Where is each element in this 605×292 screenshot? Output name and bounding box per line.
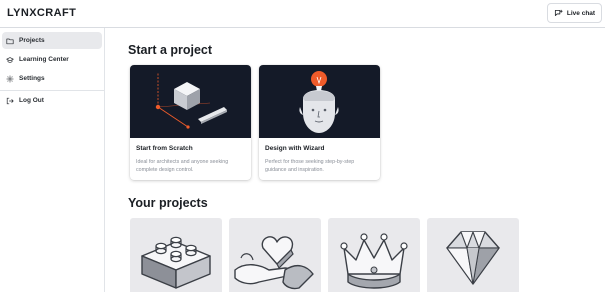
project-lego-brick[interactable] <box>130 218 222 292</box>
card-title: Design with Wizard <box>265 145 325 152</box>
card-description: Ideal for architects and anyone seeking … <box>136 159 229 173</box>
sidebar: Projects Learning Center Settings Log Ou… <box>0 28 105 292</box>
project-diamond[interactable] <box>427 218 519 292</box>
your-projects-heading: Your projects <box>128 196 208 210</box>
card-description: Perfect for those seeking step-by-step g… <box>265 159 355 173</box>
gear-icon <box>6 75 14 82</box>
sidebar-item-label: Projects <box>19 37 45 44</box>
diamond-image <box>446 231 500 285</box>
sidebar-item-log-out[interactable]: Log Out <box>2 92 102 109</box>
app-logo[interactable]: LYNXCRAFT <box>7 7 76 19</box>
hands-heart-image <box>234 236 314 290</box>
graduation-cap-icon <box>6 56 14 63</box>
sidebar-item-learning-center[interactable]: Learning Center <box>2 51 102 68</box>
design-with-wizard-card[interactable]: Design with Wizard Perfect for those see… <box>259 65 380 180</box>
start-project-heading: Start a project <box>128 43 213 57</box>
logout-icon <box>6 97 14 104</box>
card-title: Start from Scratch <box>136 145 193 152</box>
head-lightbulb-image <box>259 65 380 138</box>
crown-image <box>340 233 408 289</box>
folder-icon <box>6 38 14 44</box>
cube-blueprint-image <box>130 65 251 138</box>
project-crown[interactable] <box>328 218 420 292</box>
sidebar-item-projects[interactable]: Projects <box>2 32 102 49</box>
project-hands-heart[interactable] <box>229 218 321 292</box>
sidebar-divider <box>0 90 104 91</box>
sidebar-item-settings[interactable]: Settings <box>2 70 102 87</box>
top-bar: LYNXCRAFT Live chat <box>0 0 605 28</box>
live-chat-label: Live chat <box>566 9 596 17</box>
sidebar-item-label: Learning Center <box>19 56 69 63</box>
start-from-scratch-card[interactable]: Start from Scratch Ideal for architects … <box>130 65 251 180</box>
chat-plus-icon <box>554 9 563 16</box>
sidebar-item-label: Log Out <box>19 97 44 104</box>
live-chat-button[interactable]: Live chat <box>547 3 602 23</box>
sidebar-item-label: Settings <box>19 75 45 82</box>
lego-brick-image <box>141 236 211 289</box>
